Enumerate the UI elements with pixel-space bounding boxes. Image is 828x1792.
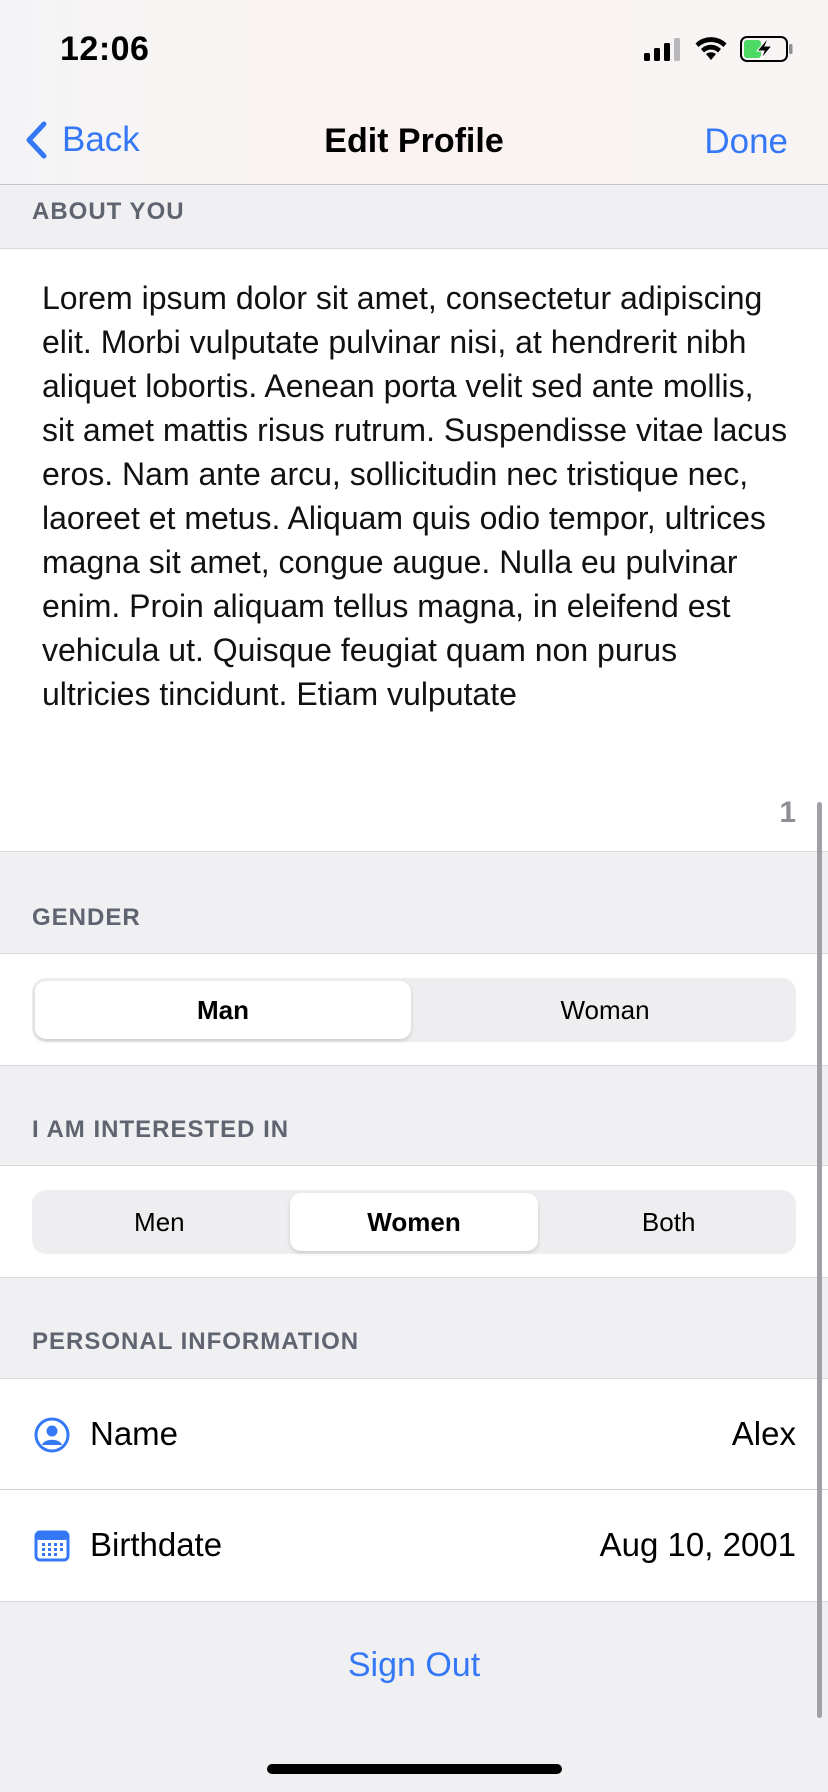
interest-section-header: I AM INTERESTED IN [32,1116,290,1143]
scrollbar[interactable] [817,802,822,1718]
interest-segment-both[interactable]: Both [544,1193,793,1251]
about-section-header: ABOUT YOU [32,198,185,225]
person-circle-icon [34,1417,70,1458]
birthdate-label: Birthdate [90,1526,223,1563]
interest-segment-women[interactable]: Women [289,1193,539,1251]
status-time: 12:06 [60,30,150,68]
interest-segment-men[interactable]: Men [35,1193,284,1251]
gender-section-header: GENDER [32,904,141,931]
personal-section-header: PERSONAL INFORMATION [32,1328,360,1355]
calendar-icon [34,1528,70,1567]
back-button[interactable]: Back [24,120,140,160]
gender-segmented-control: Man Woman [32,978,796,1042]
wifi-icon [694,36,728,67]
cellular-signal-icon [644,37,682,66]
gender-segment-man[interactable]: Man [35,981,411,1039]
sign-out-button[interactable]: Sign Out [0,1646,828,1685]
interest-segmented-control: Men Women Both [32,1190,796,1254]
back-label: Back [62,120,140,159]
battery-charging-icon [740,36,794,67]
navigation-bar: Back Edit Profile Done [0,100,828,185]
character-count: 1 [779,796,796,829]
chevron-left-icon [26,121,47,159]
status-icons [644,36,794,67]
home-indicator[interactable] [267,1764,562,1774]
name-row[interactable]: Name Alex [0,1379,828,1489]
status-bar: 12:06 [0,0,828,100]
gender-segment-woman[interactable]: Woman [417,981,793,1039]
name-value: Alex [731,1415,796,1452]
birthdate-row[interactable]: Birthdate Aug 10, 2001 [0,1490,828,1600]
birthdate-value: Aug 10, 2001 [599,1526,796,1563]
done-button[interactable]: Done [704,122,788,162]
about-textarea[interactable]: Lorem ipsum dolor sit amet, consectetur … [42,276,792,716]
name-label: Name [90,1415,179,1452]
